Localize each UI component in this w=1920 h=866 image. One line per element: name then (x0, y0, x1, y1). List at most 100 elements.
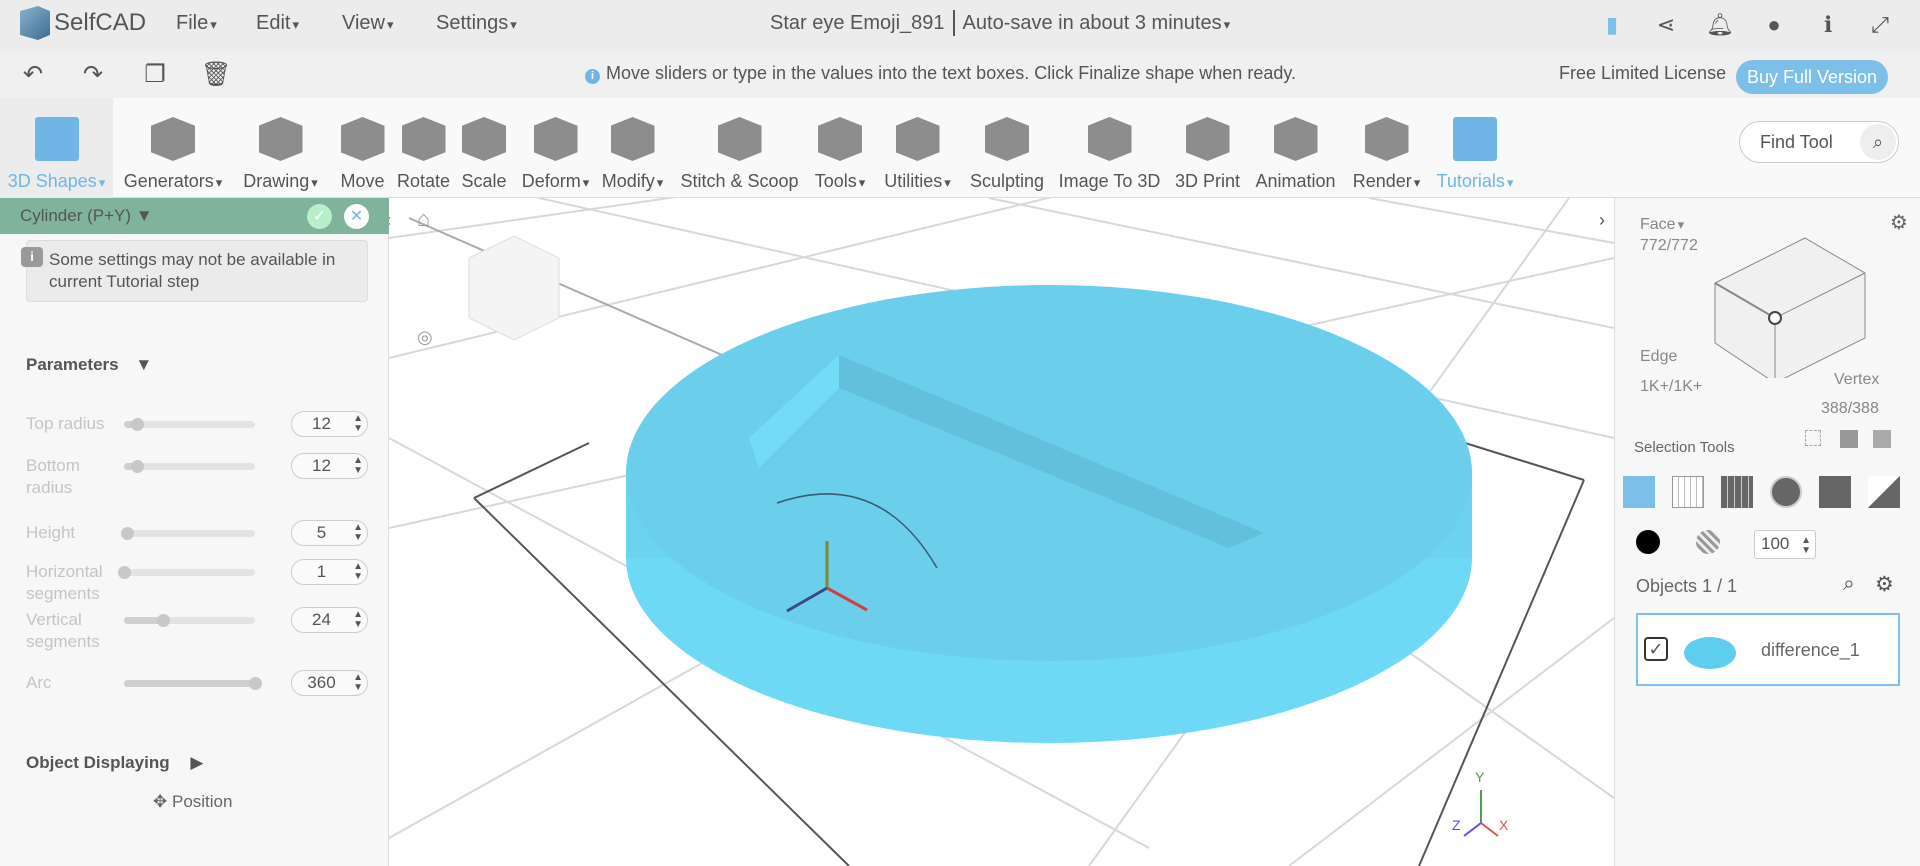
tool-3d-shapes[interactable]: 3D Shapes (0, 98, 113, 198)
opacity-input[interactable]: 100 ▲ ▼ (1754, 530, 1816, 559)
buy-full-version-button[interactable]: Buy Full Version (1736, 60, 1888, 94)
parameters-heading[interactable]: Parameters ▼ (26, 355, 152, 375)
stepper-icon[interactable]: ▲ ▼ (353, 610, 363, 630)
undo-icon[interactable]: ↶ (18, 60, 48, 89)
search-icon[interactable]: ⌕ (1860, 124, 1896, 160)
finalize-check-icon[interactable]: ✓ (307, 204, 332, 229)
tool-scale[interactable]: Scale (450, 98, 518, 198)
document-title[interactable]: Star eye Emoji_891 (770, 12, 945, 36)
user-icon[interactable]: ● (1759, 10, 1789, 40)
fullscreen-icon[interactable]: ⤢ (1865, 10, 1895, 40)
object-displaying-heading[interactable]: Object Displaying ▶ (26, 753, 203, 773)
object-list-item[interactable]: ✓ difference_1 (1636, 613, 1900, 686)
param-input[interactable]: 12 ▲ ▼ (291, 453, 368, 479)
info-icon[interactable]: ℹ (1813, 10, 1843, 40)
stepper-icon[interactable]: ▲ ▼ (353, 414, 363, 434)
slider-handle[interactable] (120, 527, 134, 540)
param-slider[interactable] (124, 677, 262, 690)
stepper-icon[interactable]: ▲ ▼ (353, 523, 363, 543)
select-part-icon[interactable] (1819, 476, 1851, 508)
select-through-icon[interactable] (1840, 430, 1858, 448)
share-icon[interactable]: ⋖ (1651, 10, 1681, 40)
slider-handle[interactable] (131, 418, 145, 431)
3d-viewport[interactable]: ⌂ ‹ › ◎ Y Z X (389, 198, 1614, 866)
delete-icon[interactable]: 🗑︎ (201, 60, 231, 89)
view-cube[interactable] (468, 235, 560, 341)
tool-generators[interactable]: Generators (113, 98, 233, 198)
tool-move[interactable]: Move (328, 98, 397, 198)
param-input[interactable]: 5 ▲ ▼ (291, 520, 368, 546)
tool-stitch-scoop[interactable]: Stitch & Scoop (672, 98, 807, 198)
collapse-left-icon[interactable]: ‹ (389, 210, 391, 230)
chevron-down-icon[interactable]: ▼ (136, 206, 153, 225)
tool-drawing[interactable]: Drawing (233, 98, 328, 198)
autosave-status[interactable]: Auto-save in about 3 minutes (963, 12, 1231, 36)
param-slider[interactable] (120, 527, 255, 540)
gear-icon[interactable]: ⚙ (1875, 572, 1894, 597)
face-mode[interactable]: Face (1640, 216, 1684, 234)
visibility-checkbox[interactable]: ✓ (1644, 637, 1668, 661)
select-faces-icon[interactable] (1721, 476, 1753, 508)
gear-icon[interactable]: ⚙ (1890, 210, 1908, 235)
select-plane-icon[interactable] (1868, 476, 1900, 508)
tool-image-to-3d[interactable]: Image To 3D (1052, 98, 1167, 198)
close-icon[interactable]: ✕ (344, 204, 369, 229)
stepper-icon[interactable]: ▲ ▼ (353, 673, 363, 693)
param-input[interactable]: 12 ▲ ▼ (291, 411, 368, 437)
object-difference-1[interactable] (626, 285, 1472, 743)
param-input[interactable]: 360 ▲ ▼ (291, 670, 368, 696)
find-tool-input[interactable]: Find Tool ⌕ (1739, 121, 1899, 163)
param-slider[interactable] (124, 460, 255, 473)
menu-edit[interactable]: Edit (256, 12, 299, 35)
object-name[interactable]: difference_1 (1761, 640, 1860, 661)
select-wireframe-icon[interactable] (1672, 476, 1704, 508)
globe-icon[interactable]: ◎ (417, 327, 433, 347)
modify-icon (610, 117, 655, 161)
tool-render[interactable]: Render (1343, 98, 1430, 198)
tool-sculpting[interactable]: Sculpting (962, 98, 1052, 198)
stepper-icon[interactable]: ▲ ▼ (353, 456, 363, 476)
vertex-mode[interactable]: Vertex (1834, 371, 1879, 389)
tool-animation[interactable]: Animation (1248, 98, 1343, 198)
tool-tools[interactable]: Tools (807, 98, 873, 198)
select-layers-icon[interactable] (1873, 430, 1891, 448)
shape-title[interactable]: Cylinder (P+Y) (20, 206, 131, 225)
slider-handle[interactable] (118, 566, 131, 579)
menu-view[interactable]: View (342, 12, 394, 35)
tool-rotate[interactable]: Rotate (397, 98, 450, 198)
redo-icon[interactable]: ↷ (78, 60, 108, 89)
bell-icon[interactable]: 🔔︎ (1705, 10, 1735, 40)
search-icon[interactable]: ⌕ (1843, 572, 1855, 596)
param-input[interactable]: 1 ▲ ▼ (291, 559, 368, 585)
logo[interactable]: SelfCAD (20, 6, 146, 40)
tool-deform[interactable]: Deform (518, 98, 593, 198)
slider-handle[interactable] (249, 677, 262, 690)
tool-utilities[interactable]: Utilities (873, 98, 962, 198)
param-slider[interactable] (124, 614, 255, 627)
tool-tutorials[interactable]: Tutorials (1430, 98, 1520, 198)
slider-handle[interactable] (131, 460, 145, 473)
material-icon[interactable] (1696, 530, 1720, 554)
box-select-icon[interactable] (1805, 430, 1821, 446)
menu-file[interactable]: File (176, 12, 217, 35)
stepper-icon[interactable]: ▲ ▼ (353, 562, 363, 582)
selection-mode-cube[interactable] (1705, 228, 1875, 378)
position-button[interactable]: ✥ Position (153, 792, 232, 812)
param-input[interactable]: 24 ▲ ▼ (291, 607, 368, 633)
info-icon: i (585, 69, 600, 84)
collapse-right-icon[interactable]: › (1599, 210, 1605, 230)
slider-handle[interactable] (157, 614, 171, 627)
tool-3d-print[interactable]: 3D Print (1167, 98, 1248, 198)
license-label: Free Limited License (1559, 63, 1727, 83)
select-object-icon[interactable] (1623, 476, 1655, 508)
param-slider[interactable] (124, 418, 255, 431)
copy-icon[interactable]: ❐ (140, 60, 170, 89)
select-solid-icon[interactable] (1770, 476, 1802, 508)
param-slider[interactable] (118, 566, 255, 579)
edge-mode[interactable]: Edge (1640, 348, 1677, 366)
menu-settings[interactable]: Settings (436, 12, 517, 35)
home-icon[interactable]: ⌂ (417, 206, 430, 231)
save-icon[interactable]: ▮ (1597, 10, 1627, 40)
color-swatch[interactable] (1636, 530, 1660, 554)
tool-modify[interactable]: Modify (593, 98, 672, 198)
